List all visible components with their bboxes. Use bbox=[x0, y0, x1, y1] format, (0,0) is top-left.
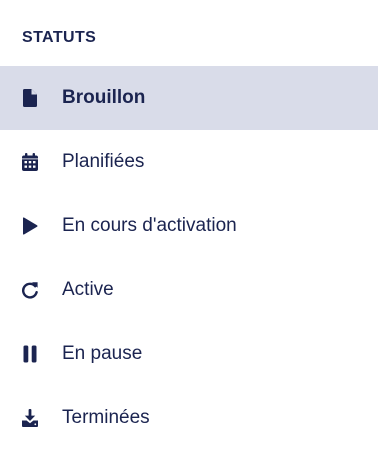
status-item-terminees[interactable]: Terminées bbox=[0, 386, 378, 450]
section-title: STATUTS bbox=[22, 29, 97, 46]
status-item-label: En cours d'activation bbox=[62, 215, 237, 236]
status-item-en-cours-activation[interactable]: En cours d'activation bbox=[0, 194, 378, 258]
status-item-label: Terminées bbox=[62, 407, 150, 428]
status-item-planifiees[interactable]: Planifiées bbox=[0, 130, 378, 194]
status-item-active[interactable]: Active bbox=[0, 258, 378, 322]
play-icon bbox=[21, 217, 39, 235]
status-item-label: Planifiées bbox=[62, 151, 145, 172]
status-list: Brouillon Planifiées En cours d'activati… bbox=[0, 66, 378, 450]
status-item-label: Brouillon bbox=[62, 87, 146, 108]
refresh-icon bbox=[21, 281, 39, 299]
status-item-label: Active bbox=[62, 279, 114, 300]
status-item-brouillon[interactable]: Brouillon bbox=[0, 66, 378, 130]
status-item-en-pause[interactable]: En pause bbox=[0, 322, 378, 386]
download-icon bbox=[21, 409, 39, 427]
calendar-icon bbox=[21, 153, 39, 171]
pause-icon bbox=[21, 345, 39, 363]
status-filter-panel: STATUTS Brouillon Planifiées En cours d'… bbox=[0, 0, 378, 456]
file-icon bbox=[21, 89, 39, 107]
status-item-label: En pause bbox=[62, 343, 143, 364]
